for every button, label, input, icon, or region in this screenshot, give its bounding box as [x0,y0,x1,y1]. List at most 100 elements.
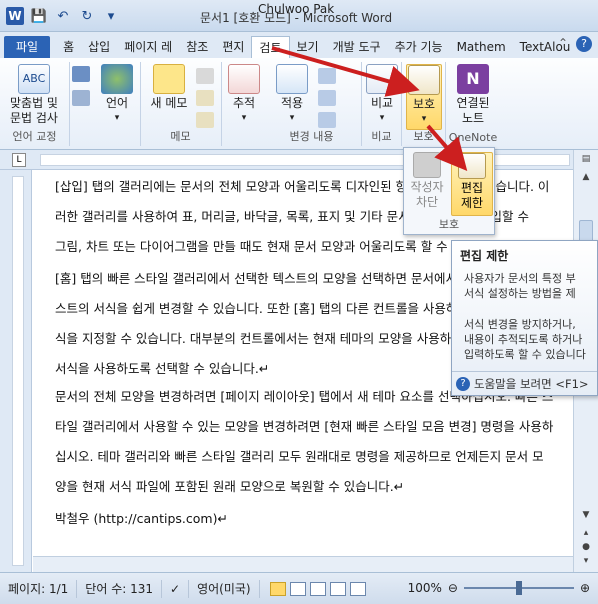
spelling-grammar-button[interactable]: ABC 맞춤법 및 문법 검사 [2,64,66,126]
chevron-down-icon: ▾ [421,114,427,124]
group-proofing-label: 언어 교정 [12,130,57,143]
research-icon[interactable] [72,66,90,82]
status-bar: 페이지: 1/1 단어 수: 131 ✓ 영어(미국) 100% ⊖ ⊕ [0,572,598,604]
compare-icon [366,64,398,94]
group-protect: 보호 ▾ 보호 [402,62,446,146]
browse-object-icon[interactable]: ● [579,542,593,556]
previous-page-icon[interactable]: ▴ [579,528,593,542]
restrict-editing-tooltip: 편집 제한 사용자가 문서의 특정 부 서식 설정하는 방법을 제 서식 변경을… [451,240,598,396]
block-authors-label: 작성자 차단 [410,180,444,209]
quick-access-toolbar: W 💾 ↶ ↻ ▾ [6,7,120,25]
language-button[interactable]: 언어 ▾ [96,64,138,126]
tab-file[interactable]: 파일 [4,36,51,58]
block-authors-button[interactable]: 작성자 차단 [406,152,448,216]
zoom-level[interactable]: 100% [408,581,442,595]
group-proofing: ABC 맞춤법 및 문법 검사 언어 교정 [0,62,70,146]
web-layout-icon[interactable] [309,581,326,596]
ruler-toggle-icon[interactable]: ▤ [579,154,593,168]
horizontal-scrollbar[interactable] [33,556,573,572]
outline-icon[interactable] [329,581,346,596]
tab-page-layout[interactable]: 페이지 레 [117,36,179,58]
globe-icon [101,64,133,94]
tooltip-text: 서식 변경을 방지하거나, [464,318,576,331]
scroll-up-icon[interactable]: ▲ [579,172,593,186]
track-changes-button[interactable]: 추적 ▾ [226,64,262,126]
vertical-ruler-bar[interactable] [12,176,24,566]
restrict-editing-label: 편집 제한 [460,181,484,210]
group-protect-label: 보호 [413,130,434,143]
tab-stop-selector-icon[interactable]: L [12,153,26,167]
zoom-out-icon[interactable]: ⊖ [448,581,458,595]
tab-view[interactable]: 보기 [290,36,326,58]
tab-add-ins[interactable]: 추가 기능 [388,36,450,58]
group-tracking-label: 변경 내용 [289,130,334,143]
spelling-grammar-label: 맞춤법 및 문법 검사 [10,96,58,125]
page-count[interactable]: 페이지: 1/1 [0,579,78,598]
text-line: 양을 현재 서식 파일에 포함된 원래 모양으로 복원할 수 있습니다.↵ [55,479,405,494]
vertical-ruler [0,170,32,572]
redo-icon[interactable]: ↻ [78,7,96,25]
track-changes-icon [228,64,260,94]
protect-popup-label: 보호 [438,218,460,231]
chevron-down-icon: ▾ [241,113,247,123]
scroll-down-icon[interactable]: ▼ [579,510,593,524]
ribbon-tabs: 파일 홈 삽입 페이지 레 참조 편지 검토 보기 개발 도구 추가 기능 Ma… [0,32,598,58]
reject-icon[interactable] [318,68,336,84]
tooltip-title: 편집 제한 [460,249,509,263]
undo-icon[interactable]: ↶ [54,7,72,25]
tooltip-text: 입력하도록 할 수 있습니다 [464,348,586,361]
paragraph-3[interactable]: 문서의 전체 모양을 변경하려면 [페이지 레이아웃] 탭에서 새 테마 요소를… [55,382,573,502]
text-line: 타일 갤러리에서 사용할 수 있는 모양을 변경하려면 [현재 빠른 스타일 모… [55,419,554,434]
previous-change-icon[interactable] [318,90,336,106]
tab-insert[interactable]: 삽입 [81,36,117,58]
delete-comment-icon[interactable] [196,68,214,84]
group-tracking: 적용 ▾ 변경 내용 [262,62,362,146]
help-icon[interactable]: ? [576,36,592,52]
previous-comment-icon[interactable] [196,90,214,106]
group-compare-label: 비교 [371,130,392,143]
text-line: 러한 갤러리를 사용하여 표, 머리글, 바닥글, 목록, 표지 및 기타 문서… [55,209,530,224]
tab-references[interactable]: 참조 [179,36,215,58]
chevron-down-icon: ▾ [114,113,120,123]
word-logo-icon[interactable]: W [6,7,24,25]
tab-mailings[interactable]: 편지 [215,36,251,58]
draft-icon[interactable] [349,581,366,596]
tooltip-text: 내용이 추적되도록 하거나 [464,333,583,346]
word-count[interactable]: 단어 수: 131 [77,579,162,598]
zoom-slider[interactable] [463,581,574,595]
accept-icon [276,64,308,94]
zoom-control: 100% ⊖ ⊕ [408,581,590,595]
tooltip-help-text: 도움말을 보려면 <F1> [474,376,589,391]
language-status[interactable]: 영어(미국) [189,579,260,598]
thesaurus-icon[interactable] [72,90,90,106]
minimize-ribbon-icon[interactable]: ⌃ [558,36,568,52]
accept-button[interactable]: 적용 ▾ [272,64,312,126]
next-change-icon[interactable] [318,112,336,128]
horizontal-ruler: L [0,150,598,170]
new-comment-button[interactable]: 새 메모 [144,64,194,111]
linked-notes-button[interactable]: N 연결된 노트 [450,64,496,126]
track-changes-label: 추적 [232,96,256,110]
group-onenote: N 연결된 노트 OneNote [446,62,500,146]
zoom-in-icon[interactable]: ⊕ [580,581,590,595]
tab-mathematics[interactable]: Mathem [450,36,513,58]
abc-check-icon: ABC [18,64,50,94]
comment-icon [153,64,185,94]
proofing-status-icon[interactable]: ✓ [162,579,190,598]
save-icon[interactable]: 💾 [30,7,48,25]
protect-button[interactable]: 보호 ▾ [406,64,442,130]
compare-button[interactable]: 비교 ▾ [364,64,400,126]
tab-review[interactable]: 검토 [251,36,290,58]
customize-icon[interactable]: ▾ [102,7,120,25]
tab-developer[interactable]: 개발 도구 [326,36,388,58]
next-page-icon[interactable]: ▾ [579,556,593,570]
restrict-editing-button[interactable]: 편집 제한 [451,152,493,216]
tooltip-footer: ? 도움말을 보려면 <F1> [452,371,597,395]
next-comment-icon[interactable] [196,112,214,128]
print-layout-icon[interactable] [269,581,286,596]
zoom-slider-knob[interactable] [515,581,522,595]
onenote-icon: N [457,64,489,94]
new-comment-label: 새 메모 [150,96,188,110]
full-screen-reading-icon[interactable] [289,581,306,596]
tab-home[interactable]: 홈 [56,36,81,58]
